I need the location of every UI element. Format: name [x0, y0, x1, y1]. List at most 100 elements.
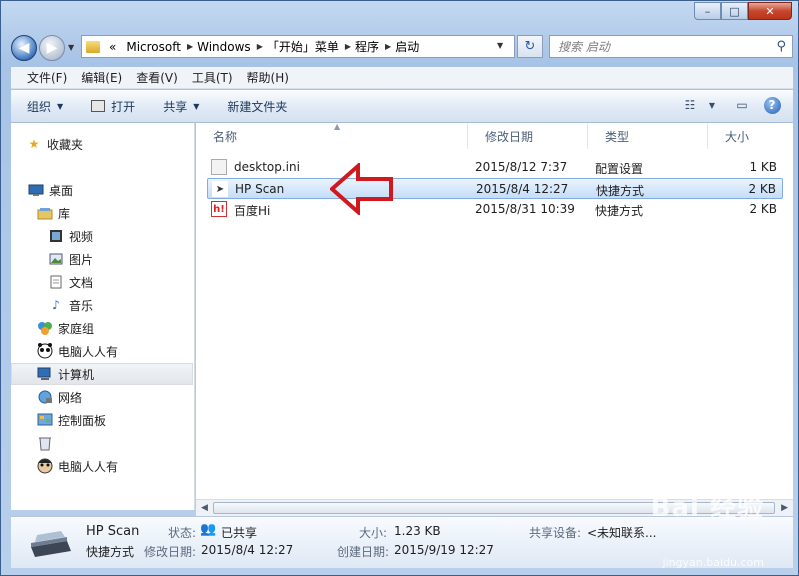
recycle-bin-icon: [37, 435, 53, 451]
maximize-button[interactable]: □: [721, 2, 748, 20]
file-type: 快捷方式: [595, 204, 644, 218]
column-label: 名称: [213, 129, 238, 144]
address-bar[interactable]: « Microsoft ▶ Windows ▶ 「开始」菜单 ▶ 程序 ▶ 启动: [81, 35, 515, 58]
breadcrumb-overflow[interactable]: «: [109, 40, 116, 54]
details-size-label: 大小:: [359, 526, 388, 540]
open-icon: [91, 100, 106, 112]
minimize-button[interactable]: –: [694, 2, 721, 20]
network-icon: [37, 389, 53, 405]
nav-item-network[interactable]: 网络: [37, 386, 219, 408]
ini-file-icon: [211, 159, 227, 175]
breadcrumb-microsoft[interactable]: Microsoft: [126, 40, 181, 54]
nav-item-computer[interactable]: 计算机: [11, 363, 193, 385]
chevron-down-icon[interactable]: ▼: [703, 97, 721, 113]
menu-tools[interactable]: 工具(T): [192, 69, 233, 86]
nav-item-recycle-bin[interactable]: [37, 432, 219, 454]
nav-label: 音乐: [69, 298, 94, 313]
file-type: 配置设置: [595, 162, 644, 176]
menu-view[interactable]: 查看(V): [136, 69, 178, 86]
column-label: 大小: [725, 129, 750, 144]
nav-label: 文档: [69, 275, 94, 290]
nav-item-desktop[interactable]: 桌面: [28, 179, 210, 201]
preview-pane-icon[interactable]: ▭: [733, 97, 751, 113]
command-bar: 组织 ▼ 打开 共享 ▼ 新建文件夹 ☷ ▼ ▭ ?: [11, 90, 793, 123]
file-modified: 2015/8/31 10:39: [475, 202, 575, 216]
details-name: HP Scan: [86, 524, 140, 539]
column-modified[interactable]: 修改日期: [468, 123, 588, 149]
search-input[interactable]: 搜索 启动: [558, 38, 610, 55]
file-list-pane: ▲ 名称 修改日期 类型 大小 desktop.ini 2015/8/12 7:…: [196, 122, 793, 499]
video-icon: [48, 228, 64, 244]
explorer-window: – □ ✕ ◀ ▶ ▼ « Microsoft ▶ Windows ▶ 「开始」…: [0, 0, 799, 576]
recent-pages-dropdown-icon[interactable]: ▼: [68, 43, 74, 52]
breadcrumb-separator-icon[interactable]: ▶: [345, 42, 351, 51]
nav-item-user-1[interactable]: 电脑人人有: [37, 340, 219, 362]
nav-item-user-2[interactable]: 电脑人人有: [37, 455, 219, 477]
breadcrumb-separator-icon[interactable]: ▶: [385, 42, 391, 51]
shared-users-icon: 👥: [200, 522, 217, 537]
nav-label: 收藏夹: [47, 137, 84, 152]
nav-item-favorites[interactable]: ★ 收藏夹: [26, 133, 208, 155]
nav-label: 视频: [69, 229, 94, 244]
file-row-desktop-ini[interactable]: desktop.ini 2015/8/12 7:37 配置设置 1 KB: [207, 157, 783, 178]
scanner-icon: [31, 531, 71, 557]
search-icon[interactable]: ⚲: [776, 39, 786, 54]
file-size: 2 KB: [748, 182, 776, 196]
new-folder-button[interactable]: 新建文件夹: [227, 98, 287, 115]
details-kind: 快捷方式: [86, 545, 135, 559]
open-label: 打开: [111, 99, 136, 114]
forward-arrow-icon: ▶: [46, 40, 58, 56]
column-size[interactable]: 大小: [708, 123, 793, 149]
baidu-hi-icon: h!: [211, 201, 227, 217]
nav-item-homegroup[interactable]: 家庭组: [37, 317, 219, 339]
nav-label: 计算机: [58, 367, 95, 382]
nav-item-libraries[interactable]: 库: [37, 202, 219, 224]
menu-bar: 文件(F) 编辑(E) 查看(V) 工具(T) 帮助(H): [11, 67, 793, 89]
details-size-value: 1.23 KB: [394, 524, 441, 538]
search-box[interactable]: 搜索 启动 ⚲: [549, 35, 793, 58]
help-button[interactable]: ?: [763, 96, 781, 114]
back-arrow-icon: ◀: [18, 40, 30, 56]
breadcrumb-separator-icon[interactable]: ▶: [257, 42, 263, 51]
file-size: 2 KB: [749, 202, 777, 216]
file-modified: 2015/8/12 7:37: [475, 160, 568, 174]
computer-icon: [37, 366, 53, 382]
desktop-icon: [28, 182, 44, 198]
menu-edit[interactable]: 编辑(E): [81, 69, 122, 86]
scroll-right-icon[interactable]: ▶: [781, 503, 788, 513]
nav-item-control-panel[interactable]: 控制面板: [37, 409, 219, 431]
refresh-button[interactable]: ↻: [517, 35, 543, 58]
share-button[interactable]: 共享 ▼: [163, 98, 199, 115]
back-button[interactable]: ◀: [11, 35, 37, 61]
open-button[interactable]: 打开: [91, 98, 135, 115]
breadcrumb-windows[interactable]: Windows: [197, 40, 251, 54]
breadcrumb-programs[interactable]: 程序: [355, 38, 379, 55]
column-name[interactable]: 名称: [196, 123, 468, 149]
forward-button[interactable]: ▶: [39, 35, 65, 61]
file-row-baidu-hi[interactable]: h! 百度Hi 2015/8/31 10:39 快捷方式 2 KB: [207, 199, 783, 220]
nav-label: 图片: [69, 252, 94, 267]
panda-avatar-icon: [37, 343, 53, 359]
menu-file[interactable]: 文件(F): [27, 69, 67, 86]
user-avatar-icon: [37, 458, 53, 474]
details-modified-label: 修改日期:: [144, 545, 197, 559]
menu-help[interactable]: 帮助(H): [247, 69, 289, 86]
file-row-hp-scan[interactable]: ➤ HP Scan 2015/8/4 12:27 快捷方式 2 KB: [207, 178, 783, 199]
navigation-pane: ★ 收藏夹 桌面 库 视频 图片 文档 ♪ 音乐 家庭组 电脑人人有 计算机 网…: [11, 123, 195, 510]
library-icon: [37, 205, 53, 221]
breadcrumb-start-menu[interactable]: 「开始」菜单: [267, 38, 339, 55]
column-type[interactable]: 类型: [588, 123, 708, 149]
breadcrumb-startup[interactable]: 启动: [395, 38, 419, 55]
details-share-label: 共享设备:: [529, 526, 582, 540]
watermark-logo: Bai 经验: [650, 493, 764, 523]
organize-button[interactable]: 组织 ▼: [27, 98, 63, 115]
file-modified: 2015/8/4 12:27: [476, 182, 569, 196]
details-state-value: 已共享: [221, 526, 258, 540]
scroll-left-icon[interactable]: ◀: [201, 503, 208, 513]
address-dropdown-icon[interactable]: ▼: [497, 41, 503, 50]
view-options-icon[interactable]: ☷: [681, 97, 699, 113]
breadcrumb-separator-icon[interactable]: ▶: [187, 42, 193, 51]
document-icon: [48, 274, 64, 290]
details-created-label: 创建日期:: [337, 545, 390, 559]
close-button[interactable]: ✕: [748, 2, 792, 20]
